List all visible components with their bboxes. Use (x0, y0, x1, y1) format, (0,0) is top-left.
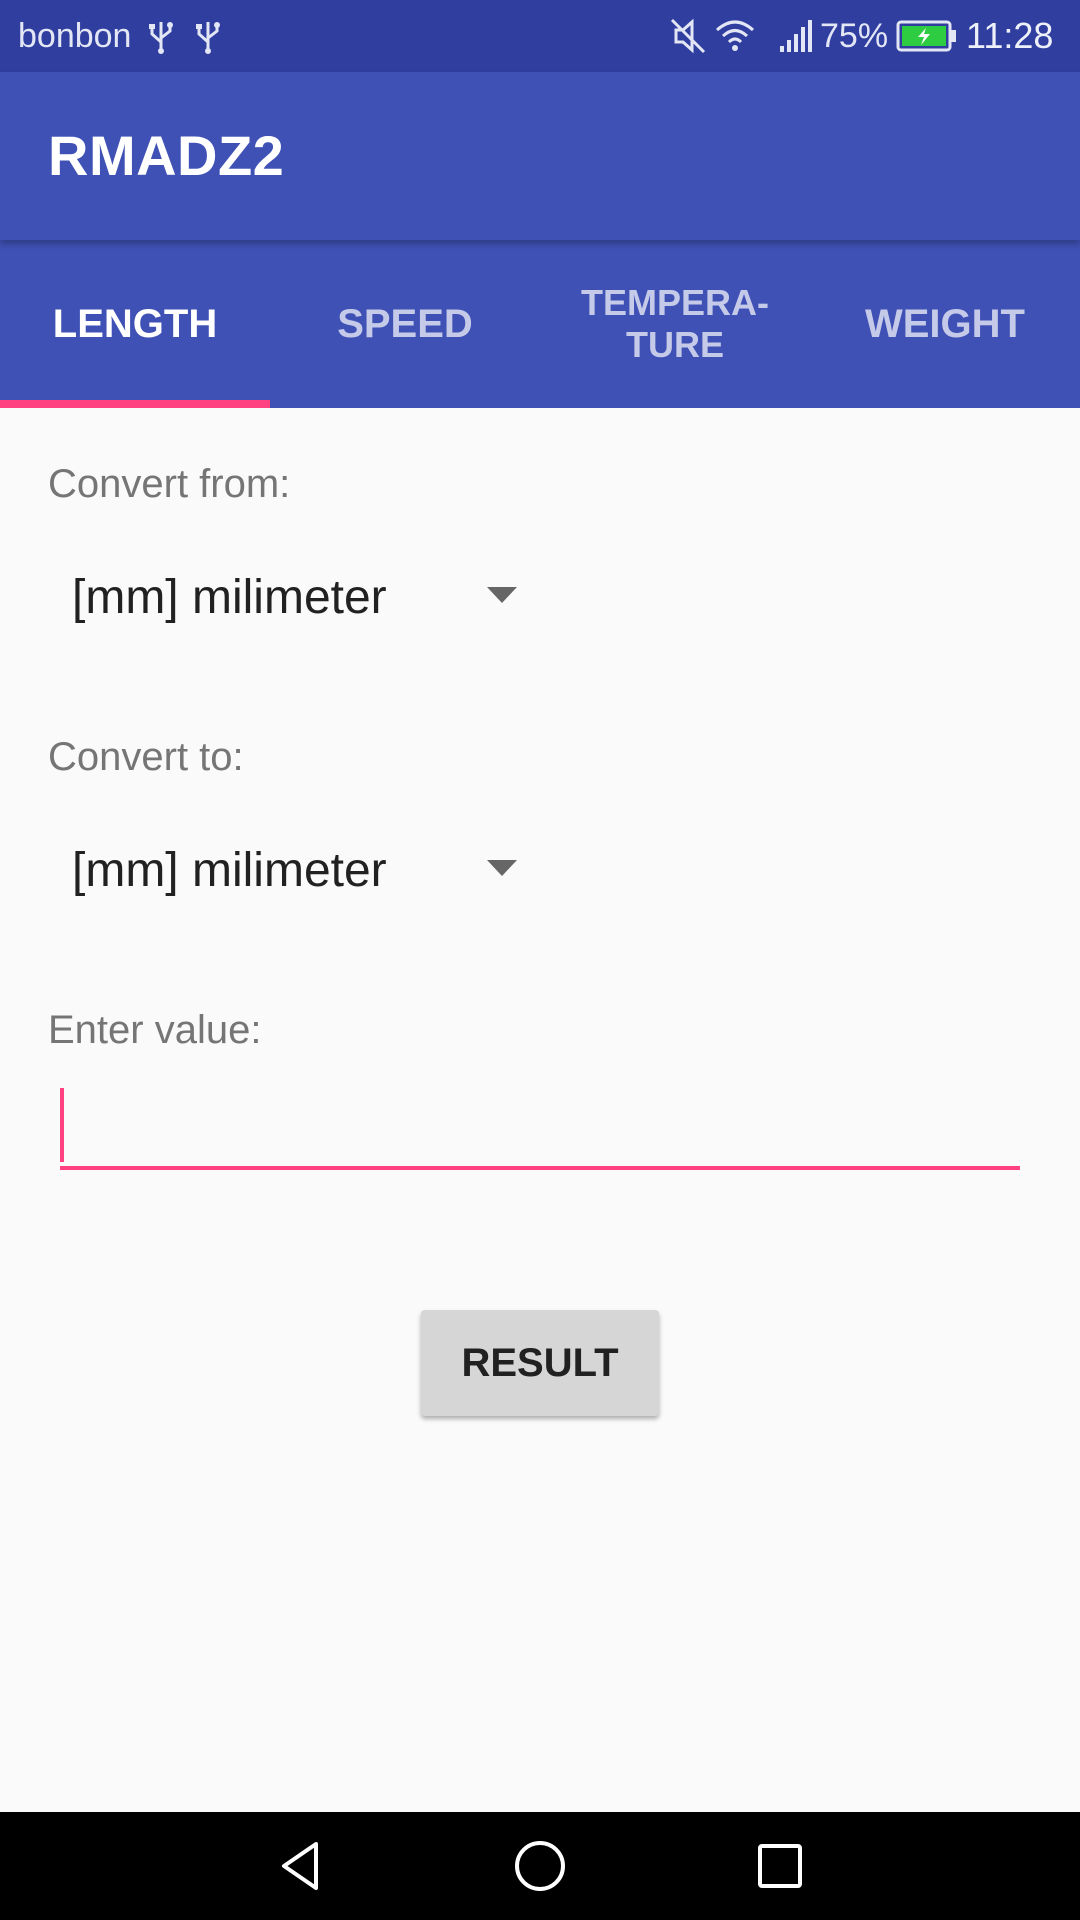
tab-label: SPEED (337, 301, 473, 346)
dropdown-arrow-icon (487, 860, 517, 876)
tab-indicator (0, 400, 270, 408)
tab-bar: LENGTH SPEED TEMPERA- TURE WEIGHT (0, 240, 1080, 408)
home-icon[interactable] (504, 1830, 576, 1902)
enter-value-label: Enter value: (48, 1008, 262, 1052)
tab-length[interactable]: LENGTH (0, 240, 270, 408)
convert-to-dropdown[interactable]: [mm] milimeter (48, 816, 532, 926)
convert-to-value: [mm] milimeter (72, 844, 387, 897)
mute-icon (670, 18, 706, 54)
convert-from-label: Convert from: (48, 462, 291, 506)
tab-speed[interactable]: SPEED (270, 240, 540, 408)
wifi-icon (716, 20, 754, 51)
app-bar: RMADZ2 (0, 72, 1080, 240)
tab-temperature[interactable]: TEMPERA- TURE (540, 240, 810, 408)
tab-label: WEIGHT (865, 301, 1025, 346)
status-icons: 75% 11:28 (0, 0, 1080, 72)
status-bar: bonbon 75% 11:28 (0, 0, 1080, 72)
convert-from-dropdown[interactable]: [mm] milimeter (48, 543, 532, 653)
text-cursor (60, 1088, 64, 1162)
app-title: RMADZ2 (48, 124, 285, 187)
convert-to-label: Convert to: (48, 735, 244, 779)
dropdown-arrow-icon (487, 587, 517, 603)
value-input[interactable] (60, 1090, 1020, 1170)
clock: 11:28 (966, 15, 1054, 56)
battery-charging-icon (896, 20, 956, 52)
tab-label: LENGTH (52, 301, 218, 346)
recents-icon[interactable] (744, 1830, 816, 1902)
signal-icon (780, 20, 812, 52)
back-icon[interactable] (264, 1830, 336, 1902)
result-button[interactable]: RESULT (421, 1310, 659, 1416)
tab-label: TEMPERA- TURE (581, 282, 769, 365)
navigation-bar (0, 1812, 1080, 1920)
tab-weight[interactable]: WEIGHT (810, 240, 1080, 408)
battery-percent: 75% (820, 17, 889, 55)
convert-from-value: [mm] milimeter (72, 571, 387, 624)
